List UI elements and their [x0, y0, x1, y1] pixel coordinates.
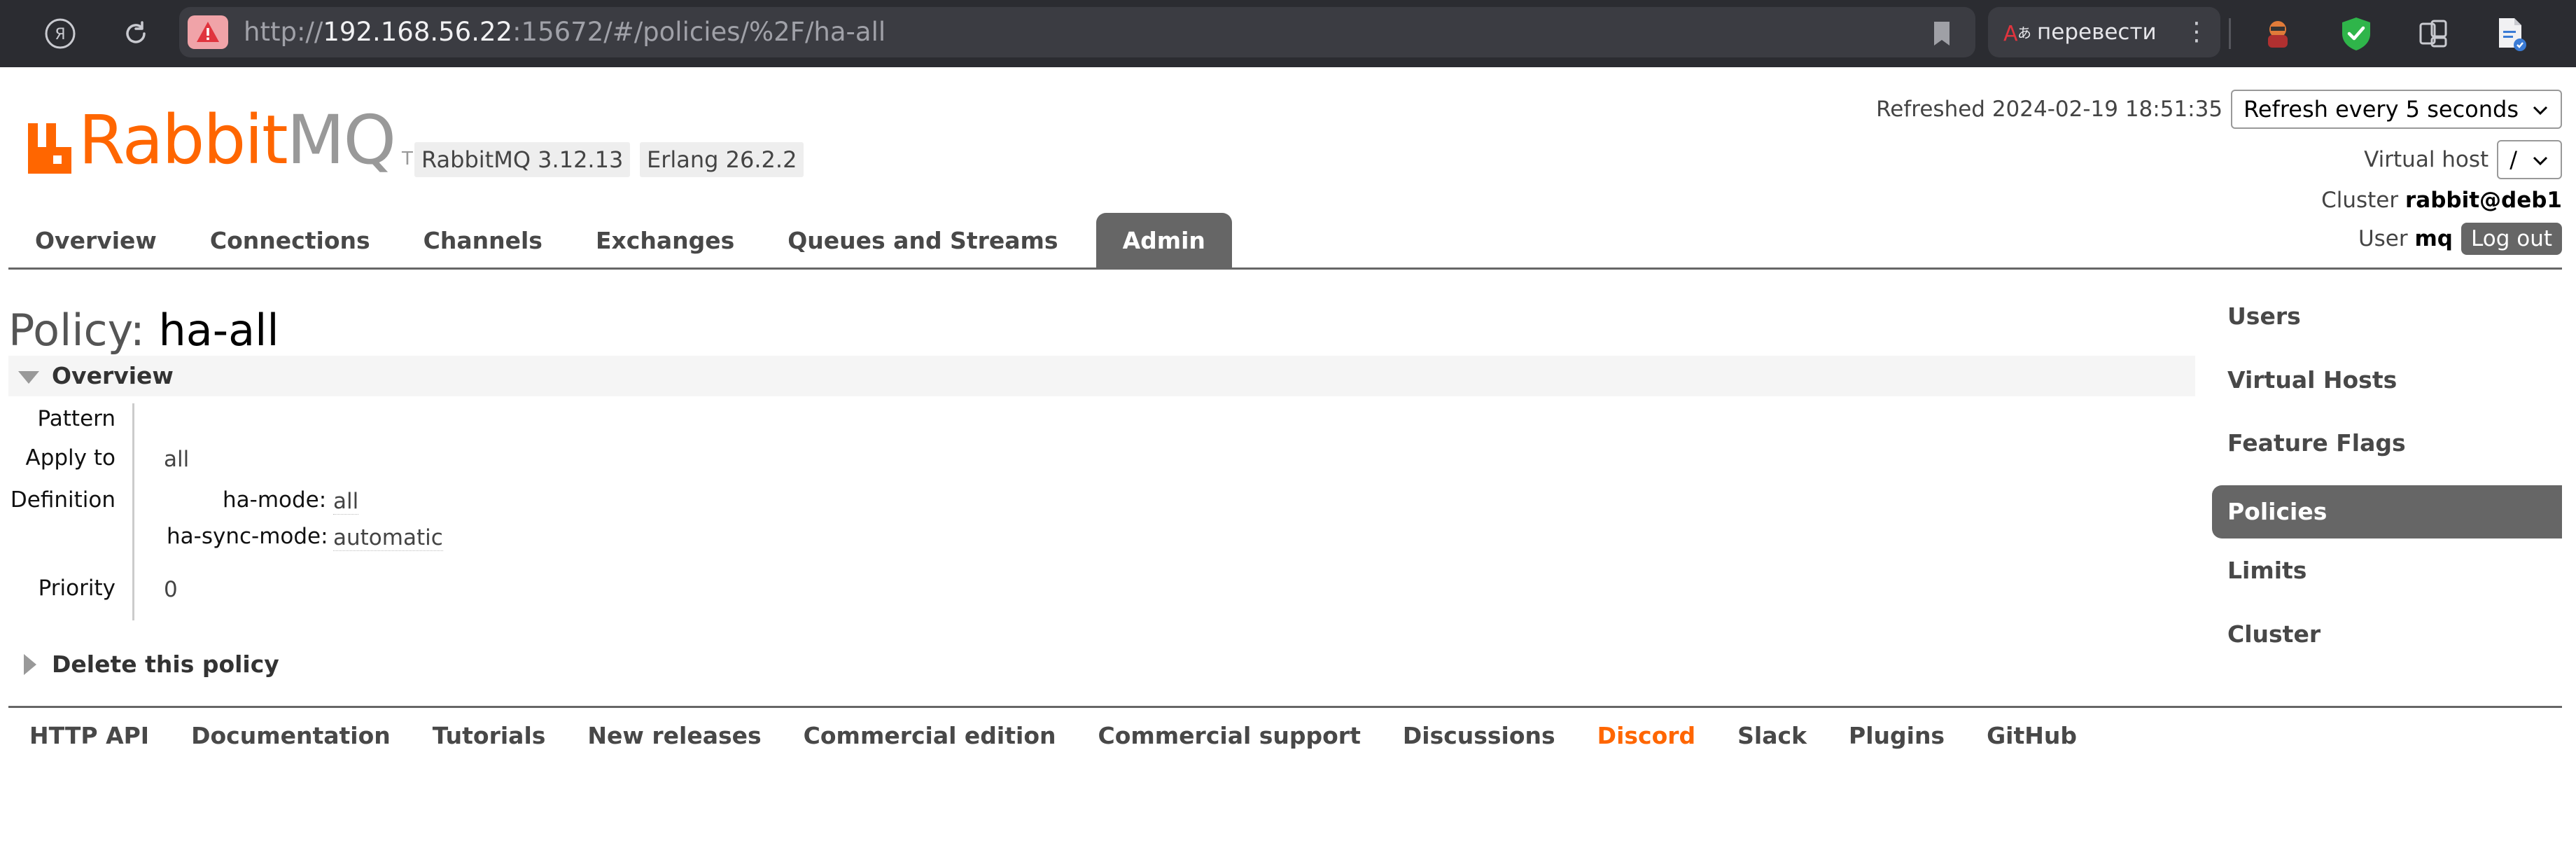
footer-link-tutorials[interactable]: Tutorials — [412, 722, 567, 749]
extension-agent-icon[interactable] — [2260, 15, 2296, 52]
footer-link-discussions[interactable]: Discussions — [1382, 722, 1576, 749]
browser-toolbar: Я http://192.168.56.22:15672/#/policies/… — [0, 0, 2576, 67]
rabbitmq-logo[interactable]: RabbitMQ TM — [27, 105, 428, 175]
footer-link-http-api[interactable]: HTTP API — [8, 722, 170, 749]
logout-button[interactable]: Log out — [2461, 223, 2562, 255]
document-extension-icon[interactable] — [2492, 15, 2528, 52]
footer-link-discord[interactable]: Discord — [1576, 722, 1716, 749]
more-menu-icon[interactable]: ⋮ — [2184, 7, 2209, 57]
user-info: User mq Log out — [2358, 221, 2562, 256]
tab-exchanges[interactable]: Exchanges — [569, 213, 761, 269]
footer-link-documentation[interactable]: Documentation — [170, 722, 412, 749]
priority-label: Priority — [38, 576, 115, 601]
pattern-label: Pattern — [37, 406, 115, 431]
delete-policy-label: Delete this policy — [52, 651, 279, 678]
main-tabs: Overview Connections Channels Exchanges … — [8, 213, 1232, 269]
collections-extension-icon[interactable] — [2415, 15, 2451, 52]
footer-link-slack[interactable]: Slack — [1716, 722, 1828, 749]
url-host: 192.168.56.22 — [323, 17, 513, 47]
insecure-warning-icon[interactable] — [188, 15, 228, 49]
page-title: Policy: ha-all — [8, 303, 279, 359]
tab-channels[interactable]: Channels — [397, 213, 569, 269]
footer-link-commercial-support[interactable]: Commercial support — [1077, 722, 1382, 749]
url-prefix: http:// — [244, 17, 323, 47]
sidebar-item-cluster[interactable]: Cluster — [2212, 608, 2562, 661]
tab-queues-and-streams[interactable]: Queues and Streams — [761, 213, 1084, 269]
facts-label-column: Pattern Apply to Definition Priority — [8, 403, 134, 620]
user-name: mq — [2414, 226, 2454, 251]
shield-extension-icon[interactable] — [2338, 15, 2374, 52]
priority-value: 0 — [164, 577, 178, 602]
translate-label: перевести — [2037, 20, 2157, 45]
yandex-icon[interactable]: Я — [42, 15, 78, 52]
expand-triangle-icon — [24, 654, 36, 675]
address-bar[interactable]: http://192.168.56.22:15672/#/policies/%2… — [179, 7, 1975, 57]
logo-mq: MQ — [286, 101, 396, 179]
sidebar-item-feature-flags[interactable]: Feature Flags — [2212, 417, 2562, 470]
logo-rabbit: Rabbit — [78, 101, 288, 179]
erlang-version-badge: Erlang 26.2.2 — [640, 142, 804, 177]
refreshed-timestamp: Refreshed 2024-02-19 18:51:35 — [1876, 97, 2223, 122]
collapse-triangle-icon — [18, 371, 39, 384]
url-path: :15672/#/policies/%2F/ha-all — [512, 17, 886, 47]
definition-key: ha-sync-mode: — [167, 524, 328, 549]
footer-link-plugins[interactable]: Plugins — [1828, 722, 1966, 749]
cluster-label: Cluster — [2321, 188, 2399, 213]
refresh-interval-select[interactable]: Refresh every 5 seconds — [2231, 90, 2562, 129]
toolbar-separator — [2229, 18, 2231, 49]
tab-overview[interactable]: Overview — [8, 213, 183, 269]
sidebar-item-limits[interactable]: Limits — [2212, 544, 2562, 597]
refresh-interval-value: Refresh every 5 seconds — [2244, 96, 2519, 123]
cluster-name: rabbit@deb1 — [2404, 188, 2562, 213]
footer-link-github[interactable]: GitHub — [1966, 722, 2098, 749]
user-label: User — [2358, 226, 2408, 251]
tab-connections[interactable]: Connections — [183, 213, 397, 269]
virtual-host-label: Virtual host — [2364, 147, 2489, 172]
sidebar-item-users[interactable]: Users — [2212, 290, 2562, 343]
policy-name: ha-all — [158, 305, 279, 356]
logo-wordmark: RabbitMQ — [78, 105, 396, 175]
rabbitmq-logo-icon — [27, 119, 76, 175]
sidebar-item-policies[interactable]: Policies — [2212, 485, 2562, 538]
apply-to-label: Apply to — [25, 445, 116, 471]
bookmark-icon[interactable] — [1929, 20, 1954, 48]
virtual-host-value: / — [2510, 146, 2517, 173]
chevron-down-icon — [2533, 106, 2548, 116]
definition-key: ha-mode: — [223, 487, 327, 513]
definition-label: Definition — [10, 487, 115, 513]
page-title-prefix: Policy: — [8, 305, 145, 356]
sidebar-item-virtual-hosts[interactable]: Virtual Hosts — [2212, 354, 2562, 407]
apply-to-value: all — [164, 447, 190, 472]
virtual-host-controls: Virtual host / — [2364, 139, 2562, 181]
rabbitmq-version-badge: RabbitMQ 3.12.13 — [414, 142, 631, 177]
footer-links: HTTP API Documentation Tutorials New rel… — [8, 714, 2098, 756]
tab-admin[interactable]: Admin — [1096, 213, 1232, 269]
footer-link-commercial-edition[interactable]: Commercial edition — [783, 722, 1077, 749]
footer-divider — [8, 706, 2562, 708]
virtual-host-select[interactable]: / — [2497, 140, 2562, 179]
chevron-down-icon — [2533, 156, 2548, 166]
definition-value: automatic — [333, 525, 443, 551]
svg-text:あ: あ — [2017, 25, 2031, 41]
url-text[interactable]: http://192.168.56.22:15672/#/policies/%2… — [244, 7, 886, 57]
definition-value: all — [333, 489, 359, 515]
refresh-controls: Refreshed 2024-02-19 18:51:35 Refresh ev… — [1876, 88, 2562, 130]
overview-section-label: Overview — [52, 362, 174, 389]
reload-icon[interactable] — [118, 15, 154, 52]
translate-icon: Aあ — [2002, 18, 2034, 46]
svg-text:A: A — [2003, 22, 2018, 46]
svg-text:Я: Я — [55, 26, 65, 43]
overview-section-header[interactable]: Overview — [8, 356, 2195, 396]
tabs-divider — [8, 267, 2562, 270]
cluster-info: Cluster rabbit@deb1 — [2321, 185, 2562, 216]
translate-button[interactable]: Aあ перевести ⋮ — [1988, 7, 2220, 57]
footer-link-new-releases[interactable]: New releases — [566, 722, 782, 749]
